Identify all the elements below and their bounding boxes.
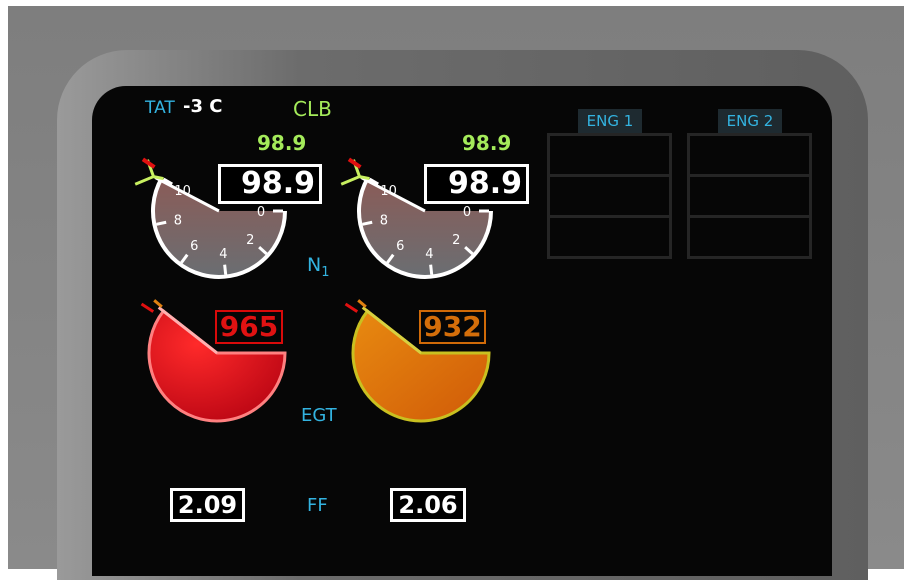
- gauge-layer: 1086420 1086420: [134, 157, 493, 423]
- n1-scale-label: 8: [380, 214, 388, 229]
- n1-tick: [156, 220, 167, 226]
- egt-redline-eng1: [140, 302, 155, 313]
- eng2-panel-cell: [687, 215, 812, 259]
- ff-label: FF: [307, 495, 328, 516]
- eng1-panel-grid: [547, 133, 672, 259]
- n1-tick: [362, 220, 373, 226]
- n1-scale-label: 6: [396, 239, 404, 254]
- egt-label: EGT: [301, 405, 337, 426]
- egt-readout-eng2: 932: [419, 310, 486, 344]
- n1-tick: [429, 264, 434, 275]
- eng1-panel-cell: [547, 215, 672, 259]
- n1-scale-label: 6: [190, 239, 198, 254]
- egt-amberline-eng1: [153, 299, 163, 308]
- tat-value: -3 C: [183, 96, 223, 117]
- n1-scale-label: 2: [246, 233, 254, 248]
- n1-scale-label: 0: [463, 205, 471, 220]
- n1-scale-label: 4: [425, 247, 433, 262]
- n1-tick: [223, 264, 228, 275]
- fuel-flow-eng2: 2.06: [390, 488, 466, 522]
- fuel-flow-eng1: 2.09: [170, 488, 245, 522]
- tat-label: TAT: [145, 98, 175, 118]
- n1-label-sub: 1: [321, 264, 330, 280]
- egt-amberline-eng2: [357, 299, 367, 308]
- n1-readout-eng2: 98.9: [424, 164, 529, 204]
- n1-target-eng2: 98.9: [462, 131, 512, 155]
- egt-redline-eng2: [344, 302, 359, 313]
- n1-label-main: N: [307, 254, 322, 276]
- n1-scale-label: 4: [219, 247, 227, 262]
- eng2-panel-cell: [687, 133, 812, 174]
- eng2-panel-cell: [687, 174, 812, 215]
- eng1-panel-label: ENG 1: [578, 109, 642, 133]
- eng1-panel-cell: [547, 133, 672, 174]
- n1-scale-label: 0: [257, 205, 265, 220]
- eng2-panel-label: ENG 2: [718, 109, 782, 133]
- n1-readout-eng1: 98.9: [218, 164, 322, 204]
- n1-label: N1: [307, 254, 330, 280]
- thrust-mode: CLB: [293, 97, 332, 121]
- n1-scale-label: 8: [174, 214, 182, 229]
- n1-target-eng1: 98.9: [257, 131, 307, 155]
- n1-scale-label: 2: [452, 233, 460, 248]
- eng2-panel-grid: [687, 133, 812, 259]
- egt-readout-eng1: 965: [215, 310, 283, 344]
- eng1-panel-cell: [547, 174, 672, 215]
